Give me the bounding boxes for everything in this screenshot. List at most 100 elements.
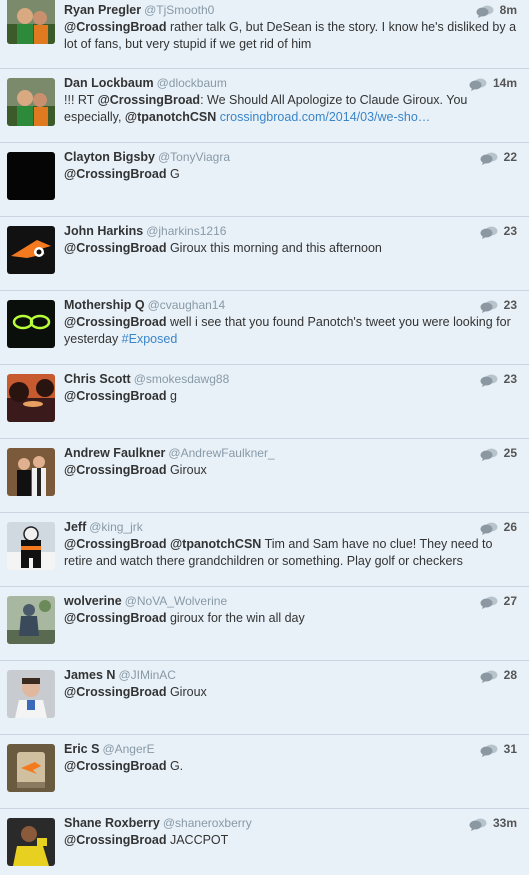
tweet-item[interactable]: Mothership Q @cvaughan14 23 @CrossingBroad … bbox=[0, 291, 529, 365]
user-name[interactable]: Shane Roxberry bbox=[64, 816, 160, 830]
mention-link[interactable]: @tpanotchCSN bbox=[125, 110, 216, 124]
conversation-bubble-icon[interactable] bbox=[480, 522, 498, 535]
mention-link[interactable]: @CrossingBroad bbox=[64, 167, 166, 181]
tweet-item[interactable]: James N @JIMinAC 28 @CrossingBroad Giroux bbox=[0, 661, 529, 735]
tweet-timestamp[interactable]: 23 bbox=[504, 223, 517, 240]
conversation-bubble-icon[interactable] bbox=[480, 226, 498, 239]
user-handle[interactable]: @AngerE bbox=[102, 742, 154, 756]
tweet-meta: 8m bbox=[476, 2, 517, 19]
tweet-timestamp[interactable]: 28 bbox=[504, 667, 517, 684]
mention-link[interactable]: @tpanotchCSN bbox=[170, 537, 261, 551]
avatar[interactable] bbox=[7, 818, 55, 866]
tweet-item[interactable]: Clayton Bigsby @TonyViagra 22 @CrossingBroa… bbox=[0, 143, 529, 217]
mention-link[interactable]: @CrossingBroad bbox=[64, 759, 166, 773]
user-handle[interactable]: @smokesdawg88 bbox=[134, 372, 230, 386]
tweet-timestamp[interactable]: 26 bbox=[504, 519, 517, 536]
user-handle[interactable]: @cvaughan14 bbox=[148, 298, 226, 312]
mention-link[interactable]: @CrossingBroad bbox=[98, 93, 200, 107]
user-name[interactable]: Eric S bbox=[64, 742, 99, 756]
tweet-timestamp[interactable]: 27 bbox=[504, 593, 517, 610]
tweet-timestamp[interactable]: 14m bbox=[493, 75, 517, 92]
avatar[interactable] bbox=[7, 448, 55, 496]
tweet-timestamp[interactable]: 33m bbox=[493, 815, 517, 832]
user-handle[interactable]: @NoVA_Wolverine bbox=[125, 594, 227, 608]
conversation-bubble-icon[interactable] bbox=[480, 374, 498, 387]
user-name[interactable]: John Harkins bbox=[64, 224, 143, 238]
tweet-item[interactable]: Ryan Pregler @TjSmooth0 8m @CrossingBroad r… bbox=[0, 0, 529, 69]
user-name[interactable]: Jeff bbox=[64, 520, 86, 534]
user-handle[interactable]: @shaneroxberry bbox=[163, 816, 252, 830]
mention-link[interactable]: @CrossingBroad bbox=[64, 389, 166, 403]
user-name[interactable]: Mothership Q bbox=[64, 298, 145, 312]
avatar[interactable] bbox=[7, 152, 55, 200]
conversation-bubble-icon[interactable] bbox=[469, 78, 487, 91]
user-name[interactable]: wolverine bbox=[64, 594, 122, 608]
conversation-bubble-icon[interactable] bbox=[480, 744, 498, 757]
mention-link[interactable]: @CrossingBroad bbox=[64, 685, 166, 699]
mention-link[interactable]: @CrossingBroad bbox=[64, 463, 166, 477]
user-name[interactable]: Chris Scott bbox=[64, 372, 131, 386]
tweet-timestamp[interactable]: 22 bbox=[504, 149, 517, 166]
tweet-header: Jeff @king_jrk 26 bbox=[64, 519, 517, 536]
avatar[interactable] bbox=[7, 0, 55, 44]
tweet-item[interactable]: wolverine @NoVA_Wolverine 27 @CrossingBroad… bbox=[0, 587, 529, 661]
tweet-content: Ryan Pregler @TjSmooth0 8m @CrossingBroad r… bbox=[64, 2, 517, 53]
mention-link[interactable]: @CrossingBroad bbox=[64, 833, 166, 847]
tweet-content: Clayton Bigsby @TonyViagra 22 @CrossingBroa… bbox=[64, 149, 517, 183]
mention-link[interactable]: @CrossingBroad bbox=[64, 537, 166, 551]
tweet-item[interactable]: Chris Scott @smokesdawg88 23 @CrossingBroad… bbox=[0, 365, 529, 439]
conversation-bubble-icon[interactable] bbox=[480, 448, 498, 461]
avatar[interactable] bbox=[7, 226, 55, 274]
avatar[interactable] bbox=[7, 596, 55, 644]
avatar[interactable] bbox=[7, 744, 55, 792]
mention-link[interactable]: @CrossingBroad bbox=[64, 20, 166, 34]
avatar[interactable] bbox=[7, 300, 55, 348]
user-handle[interactable]: @TjSmooth0 bbox=[144, 3, 214, 17]
avatar[interactable] bbox=[7, 522, 55, 570]
conversation-bubble-icon[interactable] bbox=[480, 670, 498, 683]
url-link[interactable]: crossingbroad.com/2014/03/we-sho… bbox=[220, 110, 431, 124]
user-handle[interactable]: @AndrewFaulkner_ bbox=[168, 446, 274, 460]
tweet-header: Clayton Bigsby @TonyViagra 22 bbox=[64, 149, 517, 166]
tweet-item[interactable]: John Harkins @jharkins1216 23 @CrossingBroa… bbox=[0, 217, 529, 291]
avatar[interactable] bbox=[7, 78, 55, 126]
conversation-bubble-icon[interactable] bbox=[480, 596, 498, 609]
user-handle[interactable]: @TonyViagra bbox=[158, 150, 230, 164]
tweet-item[interactable]: Shane Roxberry @shaneroxberry 33m @Crossing… bbox=[0, 809, 529, 875]
mention-link[interactable]: @CrossingBroad bbox=[64, 315, 166, 329]
tweet-item[interactable]: Dan Lockbaum @dlockbaum 14m!!! RT @Crossin… bbox=[0, 69, 529, 143]
user-handle[interactable]: @king_jrk bbox=[89, 520, 143, 534]
conversation-bubble-icon[interactable] bbox=[480, 300, 498, 313]
user-handle[interactable]: @jharkins1216 bbox=[146, 224, 226, 238]
tweet-item[interactable]: Jeff @king_jrk 26 @CrossingBroad @tpanotchC… bbox=[0, 513, 529, 587]
tweet-text: @CrossingBroad G bbox=[64, 166, 517, 183]
tweet-timestamp[interactable]: 23 bbox=[504, 297, 517, 314]
user-name[interactable]: Clayton Bigsby bbox=[64, 150, 155, 164]
avatar[interactable] bbox=[7, 374, 55, 422]
avatar[interactable] bbox=[7, 670, 55, 718]
tweet-text-segment: Giroux bbox=[166, 463, 207, 477]
tweet-timestamp[interactable]: 25 bbox=[504, 445, 517, 462]
tweet-text-segment: giroux for the win all day bbox=[166, 611, 305, 625]
conversation-bubble-icon[interactable] bbox=[480, 152, 498, 165]
tweet-timestamp[interactable]: 23 bbox=[504, 371, 517, 388]
user-name[interactable]: Dan Lockbaum bbox=[64, 76, 154, 90]
hashtag-link[interactable]: #Exposed bbox=[122, 332, 178, 346]
tweet-text: @CrossingBroad well i see that you found… bbox=[64, 314, 517, 348]
tweet-timestamp[interactable]: 8m bbox=[500, 2, 517, 19]
user-handle[interactable]: @JIMinAC bbox=[118, 668, 176, 682]
user-handle[interactable]: @dlockbaum bbox=[157, 76, 227, 90]
tweet-header: Dan Lockbaum @dlockbaum 14m bbox=[64, 75, 517, 92]
conversation-bubble-icon[interactable] bbox=[476, 5, 494, 18]
tweet-item[interactable]: Eric S @AngerE 31 @CrossingBroad G. bbox=[0, 735, 529, 809]
tweet-timestamp[interactable]: 31 bbox=[504, 741, 517, 758]
tweet-header: Chris Scott @smokesdawg88 23 bbox=[64, 371, 517, 388]
tweet-text: @CrossingBroad @tpanotchCSN Tim and Sam … bbox=[64, 536, 517, 570]
mention-link[interactable]: @CrossingBroad bbox=[64, 241, 166, 255]
user-name[interactable]: Andrew Faulkner bbox=[64, 446, 165, 460]
user-name[interactable]: Ryan Pregler bbox=[64, 3, 141, 17]
mention-link[interactable]: @CrossingBroad bbox=[64, 611, 166, 625]
tweet-item[interactable]: Andrew Faulkner @AndrewFaulkner_ 25 @Crossi… bbox=[0, 439, 529, 513]
conversation-bubble-icon[interactable] bbox=[469, 818, 487, 831]
user-name[interactable]: James N bbox=[64, 668, 115, 682]
